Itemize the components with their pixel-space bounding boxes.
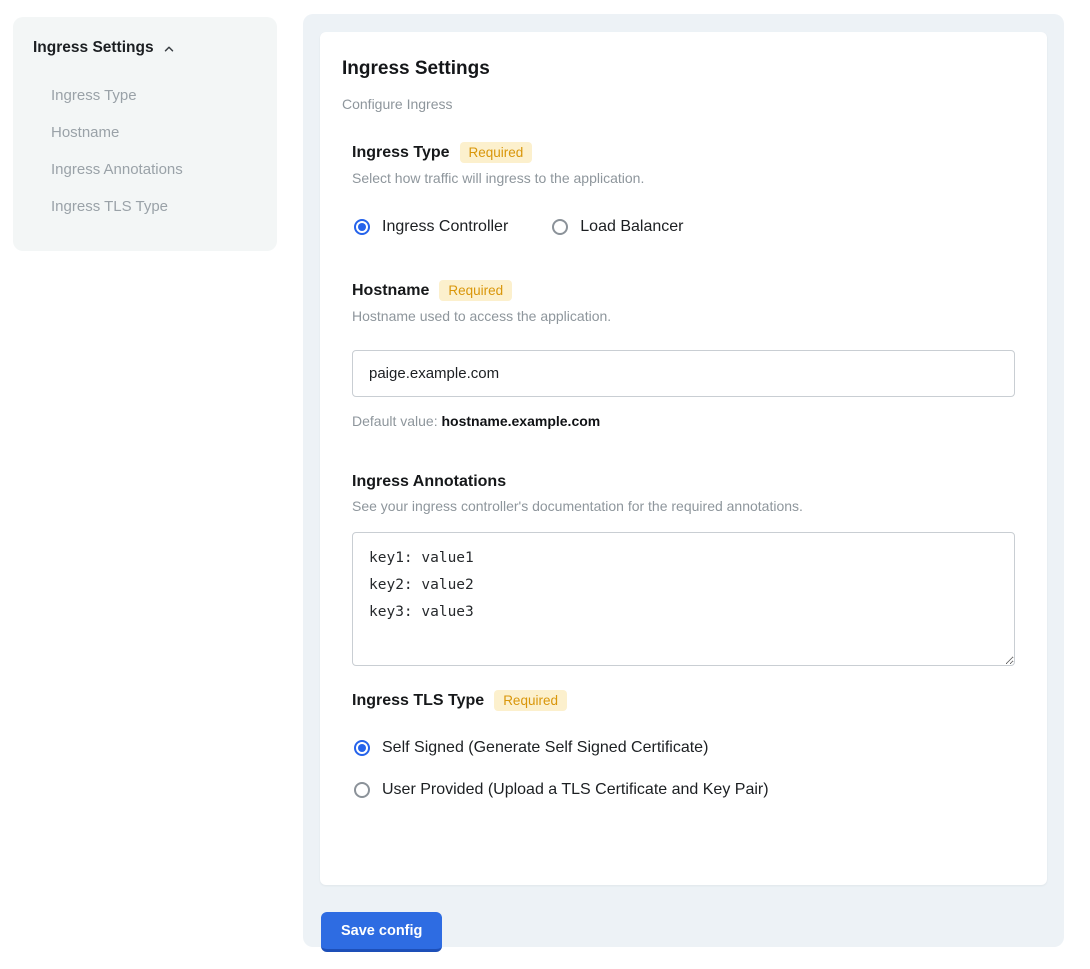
hostname-label: Hostname: [352, 282, 429, 300]
sidebar-item-ingress-type[interactable]: Ingress Type: [33, 77, 257, 114]
chevron-up-icon: [162, 42, 176, 56]
required-badge: Required: [460, 142, 533, 163]
ingress-type-description: Select how traffic will ingress to the a…: [352, 170, 1015, 186]
ingress-annotations-section: Ingress Annotations See your ingress con…: [342, 473, 1015, 666]
radio-option-ingress-controller[interactable]: Ingress Controller: [354, 218, 508, 236]
default-value-label: Default value:: [352, 413, 438, 429]
page-subtitle: Configure Ingress: [342, 96, 1015, 112]
ingress-type-label: Ingress Type: [352, 144, 450, 162]
required-badge: Required: [439, 280, 512, 301]
required-badge: Required: [494, 690, 567, 711]
main-panel: Ingress Settings Configure Ingress Ingre…: [303, 14, 1064, 947]
radio-user-provided[interactable]: [354, 782, 370, 798]
ingress-annotations-label: Ingress Annotations: [352, 473, 506, 491]
ingress-settings-sidebar: Ingress Settings Ingress Type Hostname I…: [13, 17, 277, 251]
radio-option-load-balancer[interactable]: Load Balancer: [552, 218, 683, 236]
sidebar-item-hostname[interactable]: Hostname: [33, 114, 257, 151]
hostname-default-note: Default value: hostname.example.com: [352, 413, 1015, 429]
ingress-tls-type-radio-group: Self Signed (Generate Self Signed Certif…: [354, 739, 1015, 799]
page-title: Ingress Settings: [342, 58, 1015, 80]
radio-option-self-signed[interactable]: Self Signed (Generate Self Signed Certif…: [354, 739, 1015, 757]
radio-label: Load Balancer: [580, 218, 683, 236]
sidebar-section-title: Ingress Settings: [33, 39, 154, 57]
radio-label: Ingress Controller: [382, 218, 508, 236]
radio-label: User Provided (Upload a TLS Certificate …: [382, 781, 769, 799]
ingress-annotations-description: See your ingress controller's documentat…: [352, 498, 1015, 514]
hostname-description: Hostname used to access the application.: [352, 308, 1015, 324]
sidebar-section-toggle[interactable]: Ingress Settings: [33, 39, 257, 57]
ingress-settings-card: Ingress Settings Configure Ingress Ingre…: [320, 32, 1047, 885]
radio-self-signed[interactable]: [354, 740, 370, 756]
save-config-button[interactable]: Save config: [321, 912, 442, 952]
radio-option-user-provided[interactable]: User Provided (Upload a TLS Certificate …: [354, 781, 1015, 799]
ingress-tls-type-label: Ingress TLS Type: [352, 692, 484, 710]
radio-load-balancer[interactable]: [552, 219, 568, 235]
sidebar-item-ingress-annotations[interactable]: Ingress Annotations: [33, 151, 257, 188]
ingress-type-section: Ingress Type Required Select how traffic…: [342, 142, 1015, 236]
hostname-section: Hostname Required Hostname used to acces…: [342, 280, 1015, 429]
radio-ingress-controller[interactable]: [354, 219, 370, 235]
ingress-type-radio-group: Ingress Controller Load Balancer: [354, 218, 1015, 236]
ingress-tls-type-section: Ingress TLS Type Required Self Signed (G…: [342, 690, 1015, 799]
default-value-text: hostname.example.com: [442, 413, 601, 429]
ingress-annotations-textarea[interactable]: key1: value1 key2: value2 key3: value3: [352, 532, 1015, 666]
radio-label: Self Signed (Generate Self Signed Certif…: [382, 739, 708, 757]
hostname-input[interactable]: [352, 350, 1015, 397]
sidebar-list: Ingress Type Hostname Ingress Annotation…: [33, 77, 257, 225]
sidebar-item-ingress-tls-type[interactable]: Ingress TLS Type: [33, 188, 257, 225]
